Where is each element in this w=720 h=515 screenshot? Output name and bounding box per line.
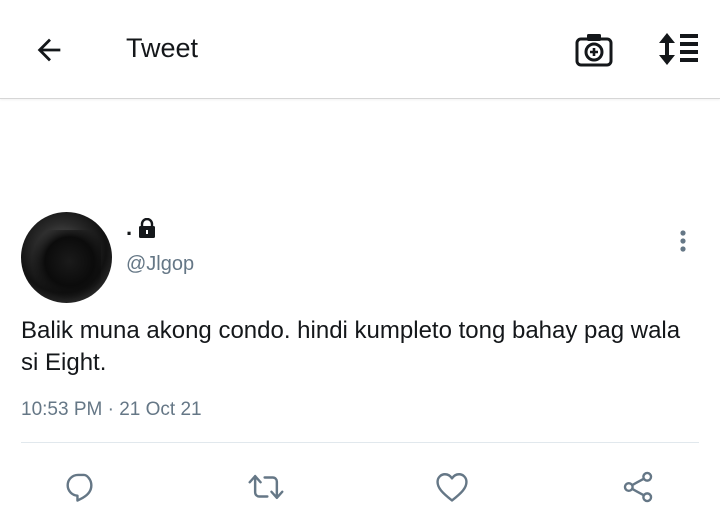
share-button[interactable] bbox=[618, 467, 658, 507]
share-icon bbox=[621, 470, 655, 504]
sort-list-icon bbox=[655, 31, 701, 67]
back-button[interactable] bbox=[30, 31, 68, 69]
reply-button[interactable] bbox=[61, 467, 101, 507]
comment-icon bbox=[64, 470, 98, 504]
user-handle[interactable]: @Jlgop bbox=[126, 253, 194, 276]
like-button[interactable] bbox=[432, 467, 472, 507]
display-name[interactable]: . bbox=[126, 215, 156, 241]
tweet-text: Balik muna akong condo. hindi kumpleto t… bbox=[21, 317, 681, 376]
retweet-icon bbox=[247, 470, 285, 504]
more-vertical-icon bbox=[679, 229, 687, 253]
arrow-left-icon bbox=[32, 33, 66, 67]
divider bbox=[21, 442, 699, 443]
camera-plus-icon bbox=[574, 31, 614, 69]
tweet-actions bbox=[0, 459, 720, 515]
camera-button[interactable] bbox=[573, 30, 615, 70]
retweet-button[interactable] bbox=[246, 467, 286, 507]
heart-icon bbox=[435, 471, 469, 503]
page-title: Tweet bbox=[126, 33, 199, 63]
tweet-timestamp: 10:53 PM · 21 Oct 21 bbox=[21, 399, 202, 420]
sort-button[interactable] bbox=[654, 30, 702, 68]
more-options-button[interactable] bbox=[672, 227, 694, 255]
lock-icon bbox=[138, 218, 156, 238]
display-name-text: . bbox=[126, 215, 133, 240]
top-app-bar: Tweet bbox=[0, 0, 720, 99]
avatar[interactable] bbox=[21, 212, 112, 303]
